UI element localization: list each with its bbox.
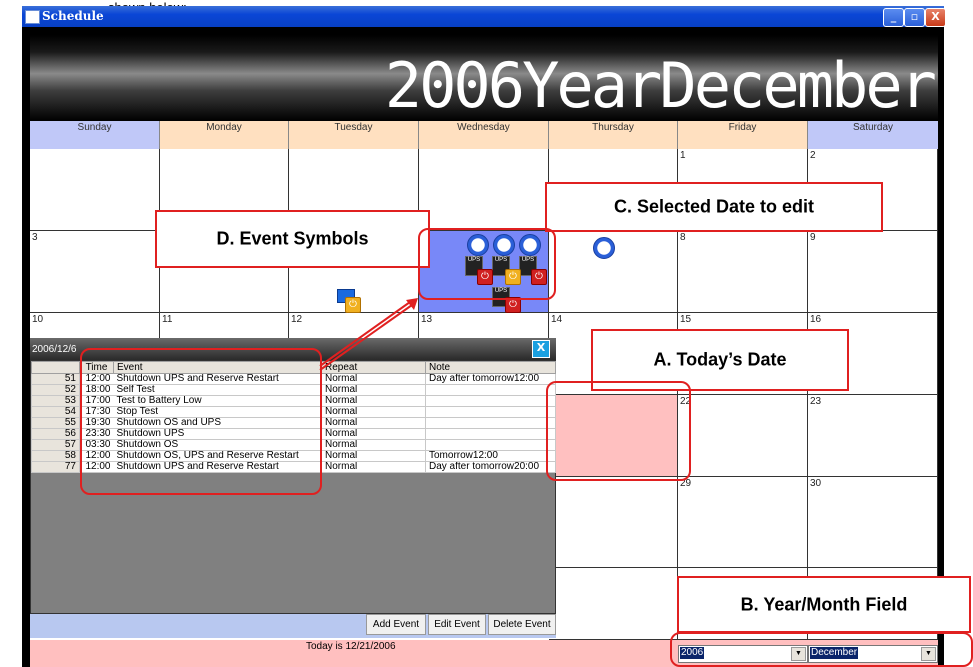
event-repeat: Normal bbox=[321, 461, 426, 473]
day-cell-23[interactable]: 23 bbox=[808, 395, 938, 477]
window-title: Schedule bbox=[42, 9, 104, 23]
event-note bbox=[425, 428, 556, 440]
column-header-note[interactable]: Note bbox=[425, 361, 556, 374]
row-index: 54 bbox=[31, 406, 80, 418]
add-event-button[interactable]: Add Event bbox=[366, 614, 426, 635]
banner-title: 2006YearDecember bbox=[384, 49, 937, 122]
month-banner: 2006YearDecember bbox=[30, 35, 938, 122]
day-cell-8[interactable]: 8 bbox=[678, 231, 808, 313]
event-note bbox=[425, 395, 556, 407]
window-titlebar: Schedule _ ▫ X bbox=[22, 6, 946, 27]
event-repeat: Normal bbox=[321, 384, 426, 396]
event-repeat: Normal bbox=[321, 428, 426, 440]
row-index: 58 bbox=[31, 450, 80, 462]
event-note bbox=[425, 439, 556, 451]
event-note: Day after tomorrow20:00 bbox=[425, 461, 556, 473]
event-symbols-highlight bbox=[418, 228, 556, 300]
event-repeat: Normal bbox=[321, 417, 426, 429]
app-icon bbox=[25, 10, 40, 24]
day-cell[interactable] bbox=[419, 149, 549, 231]
header-thursday: Thursday bbox=[549, 121, 678, 149]
row-index: 57 bbox=[31, 439, 80, 451]
day-cell-22[interactable]: 22 bbox=[678, 395, 808, 477]
column-header-index bbox=[31, 361, 80, 374]
header-tuesday: Tuesday bbox=[289, 121, 419, 149]
event-note: Day after tomorrow12:00 bbox=[425, 373, 556, 385]
annotation-b: B. Year/Month Field bbox=[677, 576, 971, 633]
event-repeat: Normal bbox=[321, 439, 426, 451]
day-cell[interactable] bbox=[549, 477, 678, 568]
maximize-button[interactable]: ▫ bbox=[904, 8, 925, 27]
today-highlight bbox=[546, 381, 691, 481]
power-icon: ⏻ bbox=[345, 297, 361, 313]
header-friday: Friday bbox=[678, 121, 808, 149]
annotation-c: C. Selected Date to edit bbox=[545, 182, 883, 232]
event-note: Tomorrow12:00 bbox=[425, 450, 556, 462]
row-index: 56 bbox=[31, 428, 80, 440]
day-cell-3[interactable]: 3 bbox=[30, 231, 160, 313]
today-label: Today is 12/21/2006 bbox=[306, 641, 396, 652]
event-note bbox=[425, 384, 556, 396]
row-index: 51 bbox=[31, 373, 80, 385]
header-sunday: Sunday bbox=[30, 121, 160, 149]
header-monday: Monday bbox=[160, 121, 289, 149]
delete-event-button[interactable]: Delete Event bbox=[488, 614, 556, 635]
event-column-highlight bbox=[80, 348, 322, 495]
edit-event-button[interactable]: Edit Event bbox=[428, 614, 486, 635]
close-button[interactable]: X bbox=[925, 8, 946, 27]
day-cell-30[interactable]: 30 bbox=[808, 477, 938, 568]
row-index: 55 bbox=[31, 417, 80, 429]
row-index: 53 bbox=[31, 395, 80, 407]
day-cell[interactable] bbox=[549, 568, 678, 640]
event-repeat: Normal bbox=[321, 373, 426, 385]
minimize-button[interactable]: _ bbox=[883, 8, 904, 27]
event-repeat: Normal bbox=[321, 450, 426, 462]
header-wednesday: Wednesday bbox=[419, 121, 549, 149]
event-note bbox=[425, 417, 556, 429]
dialog-title: 2006/12/6 bbox=[32, 344, 77, 355]
year-month-highlight bbox=[670, 632, 973, 667]
row-index: 52 bbox=[31, 384, 80, 396]
event-note bbox=[425, 406, 556, 418]
dialog-close-button[interactable]: X bbox=[532, 340, 550, 358]
day-cell-9[interactable]: 9 bbox=[808, 231, 938, 313]
event-repeat: Normal bbox=[321, 406, 426, 418]
header-saturday: Saturday bbox=[808, 121, 938, 149]
annotation-d: D. Event Symbols bbox=[155, 210, 430, 268]
event-repeat: Normal bbox=[321, 395, 426, 407]
day-cell-29[interactable]: 29 bbox=[678, 477, 808, 568]
day-cell-7[interactable] bbox=[549, 231, 678, 313]
clock-icon bbox=[593, 237, 615, 259]
column-header-repeat[interactable]: Repeat bbox=[321, 361, 426, 374]
day-cell[interactable] bbox=[30, 149, 160, 231]
row-index: 77 bbox=[31, 461, 80, 473]
